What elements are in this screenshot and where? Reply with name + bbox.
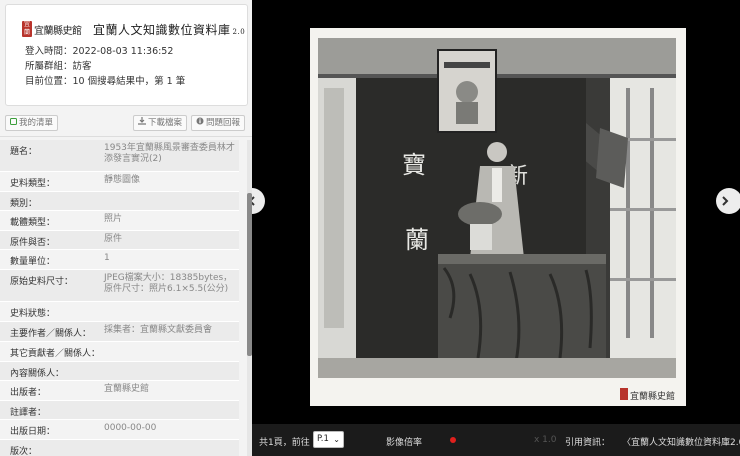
meta-row-edition: 版次： — [0, 440, 239, 456]
meta-key: 原始史料尺寸： — [10, 277, 74, 287]
meta-key: 數量單位： — [10, 257, 56, 267]
meta-value: 原件 — [104, 234, 123, 244]
zoom-value: x 1.0 — [534, 435, 557, 445]
meta-key: 題名： — [10, 147, 38, 157]
meta-row-date: 出版日期： 0000-00-00 — [0, 420, 239, 440]
viewer-bottom-bar: 共1頁，前往 P.1 ⌄ 影像倍率 x 1.0 引用資訊： 〈宜蘭人文知識數位資… — [252, 424, 740, 456]
meta-row-type: 史料類型： 靜態圖像 — [0, 172, 239, 192]
meta-row-original: 原件與否： 原件 — [0, 231, 239, 250]
meta-value: 0000-00-00 — [104, 423, 157, 433]
meta-row-title: 題名： 1953年宜蘭縣風景審查委員林才添發言實況(2) — [0, 140, 239, 172]
next-image-button[interactable] — [716, 188, 740, 214]
chevron-left-icon — [252, 196, 255, 206]
logo-text: 宜蘭縣史館 — [34, 26, 82, 37]
divider — [0, 136, 252, 137]
meta-key: 史料類型： — [10, 179, 56, 189]
meta-row-contributor: 其它貢獻者／關係人： — [0, 342, 239, 362]
meta-key: 註譯者： — [10, 408, 47, 418]
logo-seal: 宜蘭 — [22, 21, 32, 37]
meta-key: 內容關係人： — [10, 369, 65, 379]
meta-value: 採集者：宜蘭縣文獻委員會 — [104, 325, 213, 335]
meta-row-subject: 內容關係人： — [0, 362, 239, 381]
download-icon — [138, 116, 146, 130]
site-title: 宜蘭人文知識數位資料庫 2.0 — [93, 21, 245, 38]
meta-value: 1 — [104, 253, 110, 263]
zoom-slider-handle[interactable] — [450, 437, 456, 443]
toolbar: 我的清單 下載檔案 問題回報 — [0, 113, 252, 133]
my-list-label: 我的清單 — [19, 118, 54, 128]
prev-image-button[interactable] — [252, 188, 265, 214]
meta-key: 類別： — [10, 199, 38, 209]
download-button[interactable]: 下載檔案 — [133, 115, 188, 131]
cite-label: 引用資訊： — [565, 438, 611, 448]
page-total-label: 共1頁，前往 — [259, 438, 310, 448]
meta-value: 1953年宜蘭縣風景審查委員林才添發言實況(2) — [104, 143, 235, 164]
meta-key: 出版者： — [10, 388, 47, 398]
meta-key: 其它貢獻者／關係人： — [10, 349, 101, 359]
meta-key: 載體類型： — [10, 218, 56, 228]
photo-watermark: 宜蘭縣史館 — [630, 390, 675, 402]
meta-row-category: 類別： — [0, 192, 239, 211]
chevron-down-icon: ⌄ — [333, 435, 340, 444]
meta-row-publisher: 出版者： 宜蘭縣史館 — [0, 381, 239, 401]
site-title-text: 宜蘭人文知識數位資料庫 — [93, 23, 231, 37]
feedback-label: 問題回報 — [206, 118, 241, 128]
checkbox-icon — [10, 116, 17, 130]
user-group: 所屬群組：訪客 — [25, 61, 92, 72]
login-time: 登入時間：2022-08-03 11:36:52 — [25, 46, 174, 57]
meta-row-status: 史料狀態： — [0, 302, 239, 322]
info-card: 宜蘭 宜蘭縣史館 宜蘭人文知識數位資料庫 2.0 登入時間：2022-08-03 … — [5, 4, 248, 106]
meta-value: 照片 — [104, 214, 123, 224]
feedback-button[interactable]: 問題回報 — [191, 115, 246, 131]
meta-row-quantity: 數量單位： 1 — [0, 250, 239, 270]
banner-char: 蘭 — [405, 226, 429, 254]
meta-key: 版次： — [10, 447, 38, 456]
chevron-right-icon — [722, 196, 729, 206]
site-version: 2.0 — [232, 28, 246, 36]
current-location: 目前位置：10 個搜尋結果中，第 1 筆 — [25, 76, 186, 87]
metadata-table: 題名： 1953年宜蘭縣風景審查委員林才添發言實況(2) 史料類型： 靜態圖像 … — [0, 140, 252, 456]
page-select[interactable]: P.1 ⌄ — [313, 431, 344, 448]
cite-value[interactable]: 〈宜蘭人文知識數位資料庫2.0 — [622, 435, 740, 448]
meta-value: JPEG檔案大小：18385bytes，原件尺寸：照片6.1×5.5(公分) — [104, 273, 233, 294]
metadata-panel: 宜蘭 宜蘭縣史館 宜蘭人文知識數位資料庫 2.0 登入時間：2022-08-03 … — [0, 0, 252, 456]
page-select-value: P.1 — [317, 434, 329, 444]
meta-key: 史料狀態： — [10, 309, 56, 319]
banner-char: 寶 — [402, 151, 426, 179]
info-icon — [196, 116, 204, 130]
archive-photo[interactable]: 寶 蘭 新 宜蘭縣史館 — [310, 28, 686, 406]
meta-value: 宜蘭縣史館 — [104, 384, 150, 394]
meta-key: 原件與否： — [10, 238, 56, 248]
zoom-label: 影像倍率 — [386, 438, 423, 448]
image-viewer: 寶 蘭 新 宜蘭縣史館 — [252, 0, 740, 456]
meta-row-medium: 載體類型： 照片 — [0, 211, 239, 231]
meta-row-size: 原始史料尺寸： JPEG檔案大小：18385bytes，原件尺寸：照片6.1×5… — [0, 270, 239, 302]
download-label: 下載檔案 — [148, 118, 183, 128]
meta-key: 主要作者／關係人： — [10, 329, 92, 339]
meta-row-author: 主要作者／關係人： 採集者：宜蘭縣文獻委員會 — [0, 322, 239, 342]
my-list-button[interactable]: 我的清單 — [5, 115, 59, 131]
meta-value: 靜態圖像 — [104, 175, 141, 185]
site-logo[interactable]: 宜蘭 宜蘭縣史館 — [22, 20, 84, 38]
meta-key: 出版日期： — [10, 427, 56, 437]
meta-row-translator: 註譯者： — [0, 401, 239, 420]
